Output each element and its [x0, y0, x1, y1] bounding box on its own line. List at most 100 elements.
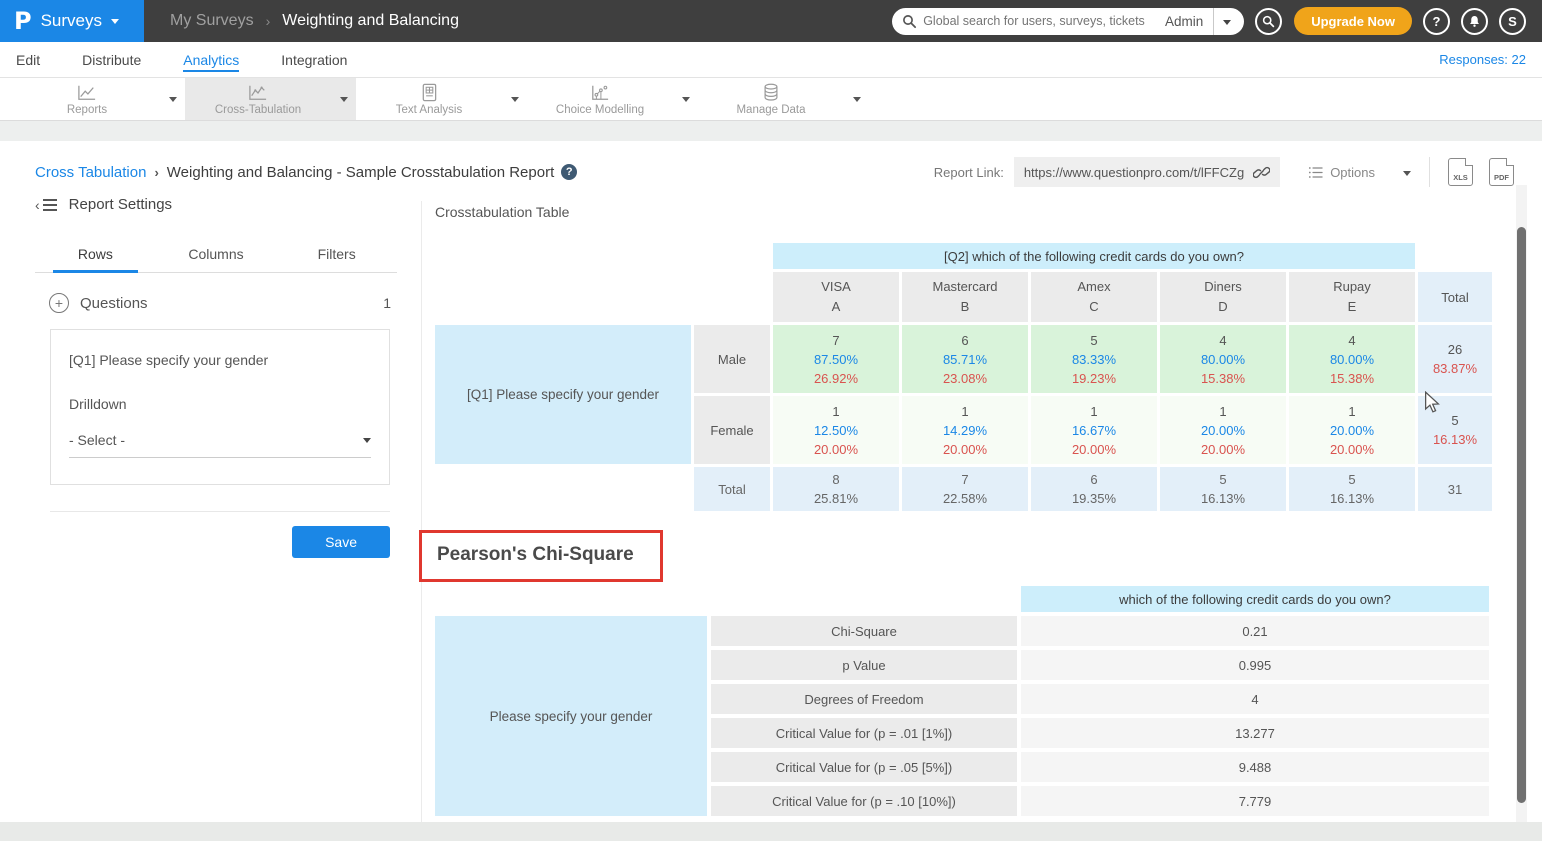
breadcrumb-my-surveys[interactable]: My Surveys [170, 12, 254, 30]
export-xls-button[interactable]: XLS [1448, 158, 1473, 186]
nav-distribute[interactable]: Distribute [82, 42, 141, 77]
tool-text-analysis[interactable]: Text Analysis [356, 78, 502, 120]
text-analysis-dropdown[interactable] [502, 78, 527, 120]
report-title: Weighting and Balancing - Sample Crossta… [167, 164, 554, 181]
question-mark-icon: ? [1433, 14, 1441, 29]
cell-line: 25.81% [773, 489, 899, 508]
cell-line: 4 [1289, 331, 1415, 350]
tool-manage-data[interactable]: Manage Data [698, 78, 844, 120]
cell-line: 1 [1031, 402, 1157, 421]
divider [50, 511, 390, 512]
cell-line: 20.00% [1289, 440, 1415, 459]
upgrade-now-button[interactable]: Upgrade Now [1294, 7, 1412, 35]
crosstab-total-row: Total825.81%722.58%619.35%516.13%516.13%… [435, 467, 1492, 511]
save-button[interactable]: Save [292, 526, 390, 558]
crosstab-cell: 120.00%20.00% [1160, 396, 1286, 464]
chi-row-group-header: Please specify your gender [435, 616, 707, 816]
notifications-button[interactable] [1461, 8, 1488, 35]
nav-integration[interactable]: Integration [281, 42, 347, 77]
cell-line: 14.29% [902, 421, 1028, 440]
tool-cross-tabulation[interactable]: Cross-Tabulation [185, 78, 331, 120]
options-dropdown[interactable] [1403, 163, 1411, 181]
report-link-url[interactable]: https://www.questionpro.com/t/lFFCZg [1024, 165, 1244, 180]
drilldown-select[interactable]: - Select - [69, 432, 371, 458]
cell-line: 1 [1289, 402, 1415, 421]
crosstab-subheader-row: VISAAMastercardBAmexCDinersDRupayETotal [435, 272, 1492, 322]
report-link-label: Report Link: [934, 165, 1004, 180]
vertical-scrollbar[interactable] [1516, 185, 1527, 822]
help-button[interactable]: ? [1423, 8, 1450, 35]
tool-choice-modelling[interactable]: Choice Modelling [527, 78, 673, 120]
search-button[interactable] [1255, 8, 1282, 35]
cell-line: 1 [902, 402, 1028, 421]
crosstab-table: [Q2] which of the following credit cards… [432, 240, 1495, 514]
chevron-down-icon [1214, 12, 1240, 30]
collapse-panel-icon[interactable]: ‹ [35, 197, 57, 213]
spacer-cell [711, 586, 1017, 612]
report-header: Cross Tabulation › Weighting and Balanci… [10, 141, 1532, 187]
manage-data-dropdown[interactable] [844, 78, 869, 120]
cell-line: 20.00% [1160, 440, 1286, 459]
cell-line: 1 [773, 402, 899, 421]
pdf-icon: PDF [1494, 173, 1509, 182]
survey-nav: Edit Distribute Analytics Integration Re… [0, 42, 1542, 78]
topbar-actions: Upgrade Now ? S [1244, 7, 1542, 35]
report-link-box[interactable]: https://www.questionpro.com/t/lFFCZg [1014, 157, 1280, 187]
cell-line: 12.50% [773, 421, 899, 440]
panel-header: ‹ Report Settings [35, 196, 397, 213]
search-input[interactable] [917, 14, 1155, 28]
footer-strip [0, 822, 1542, 841]
text-analysis-icon [419, 83, 439, 103]
divider [1429, 157, 1430, 187]
cross-tabulation-dropdown[interactable] [331, 78, 356, 120]
crosstab-row-label: Male [694, 325, 770, 393]
responses-count[interactable]: Responses: 22 [1439, 52, 1526, 67]
analytics-toolbar: Reports Cross-Tabulation Text Analysis C… [0, 78, 1542, 121]
column-name: Mastercard [902, 277, 1028, 297]
tab-rows[interactable]: Rows [35, 237, 156, 272]
spacer-cell [1418, 243, 1492, 269]
cell-line: 23.08% [902, 369, 1028, 388]
help-icon[interactable]: ? [561, 164, 577, 180]
crosstab-header-row: [Q2] which of the following credit cards… [435, 243, 1492, 269]
cell-line: 16.13% [1160, 489, 1286, 508]
cell-line: 5 [1418, 411, 1492, 430]
breadcrumb-survey-name: Weighting and Balancing [282, 12, 459, 30]
nav-edit[interactable]: Edit [16, 42, 40, 77]
add-question-icon[interactable]: + [49, 293, 69, 313]
page-background-strip [0, 121, 1542, 141]
cell-line: 20.00% [773, 440, 899, 459]
tool-label: Choice Modelling [556, 104, 644, 116]
surveys-product-menu[interactable]: P Surveys [0, 0, 144, 42]
tab-columns[interactable]: Columns [156, 237, 277, 272]
crosstab-column-header: DinersD [1160, 272, 1286, 322]
export-pdf-button[interactable]: PDF [1489, 158, 1514, 186]
choice-modelling-dropdown[interactable] [673, 78, 698, 120]
chi-square-highlight-box: Pearson's Chi-Square [419, 530, 663, 582]
tab-filters[interactable]: Filters [276, 237, 397, 272]
scrollbar-thumb[interactable] [1517, 227, 1526, 803]
chi-stat-value: 9.488 [1021, 752, 1489, 782]
questions-row: + Questions 1 [35, 293, 397, 313]
crosstab-column-header: AmexC [1031, 272, 1157, 322]
cell-line: 26.92% [773, 369, 899, 388]
reports-dropdown[interactable] [160, 78, 185, 120]
column-name: VISA [773, 277, 899, 297]
nav-analytics[interactable]: Analytics [183, 42, 239, 77]
settings-tabs: Rows Columns Filters [35, 237, 397, 273]
cell-line: 20.00% [1160, 421, 1286, 440]
crosstab-grand-total: 31 [1418, 467, 1492, 511]
cross-tabulation-link[interactable]: Cross Tabulation [35, 164, 146, 181]
user-avatar[interactable]: S [1499, 8, 1526, 35]
chi-stat-value: 13.277 [1021, 718, 1489, 748]
crosstab-column-header: RupayE [1289, 272, 1415, 322]
tool-reports[interactable]: Reports [14, 78, 160, 120]
chi-stat-label: Critical Value for (p = .01 [1%]) [711, 718, 1017, 748]
options-button[interactable]: Options [1308, 165, 1375, 180]
cell-line: 1 [1160, 402, 1286, 421]
search-scope-selector[interactable]: Admin [1155, 8, 1240, 35]
line-chart-icon [76, 83, 98, 103]
global-search[interactable]: Admin [892, 8, 1244, 35]
cell-line: 7 [773, 331, 899, 350]
crosstab-total-cell: 516.13% [1289, 467, 1415, 511]
